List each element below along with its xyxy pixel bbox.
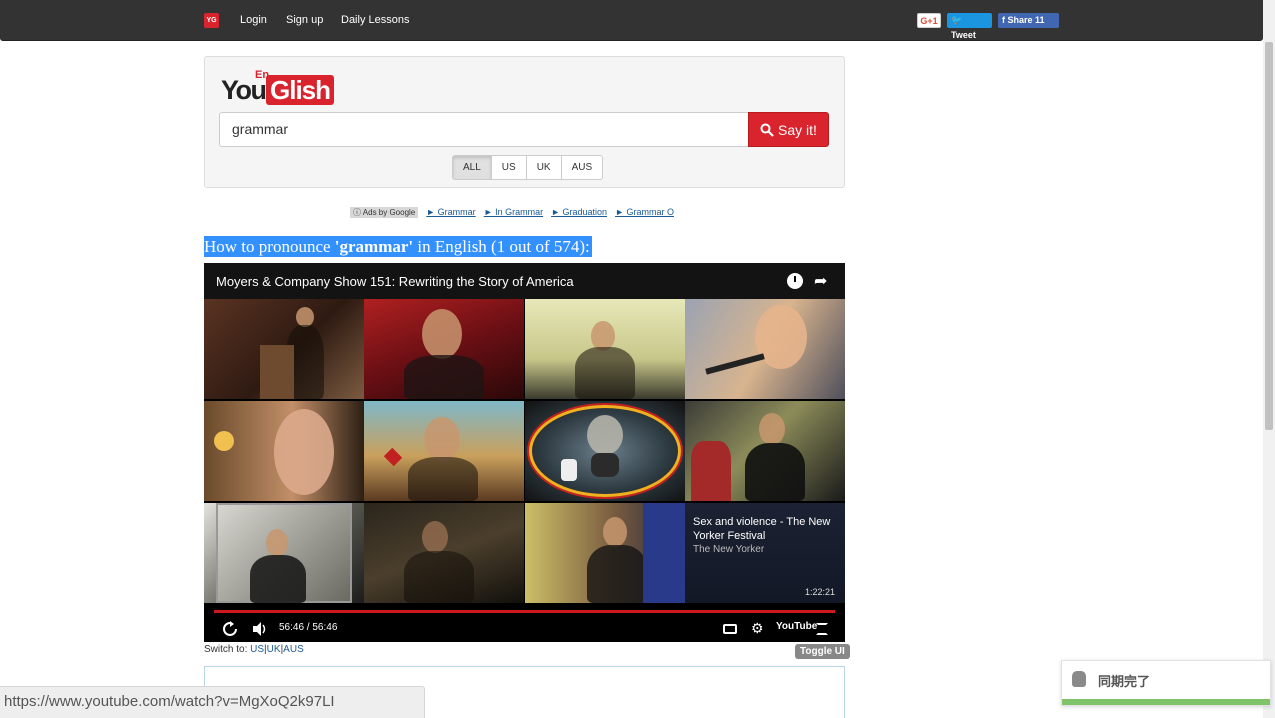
say-it-label: Say it! <box>778 121 817 138</box>
signup-link[interactable]: Sign up <box>286 14 323 26</box>
tweet-button[interactable]: 🐦 Tweet <box>947 13 992 40</box>
login-link[interactable]: Login <box>240 14 267 26</box>
youglish-badge-icon[interactable]: YG <box>204 13 219 28</box>
ad-link-grammar-o[interactable]: ► Grammar O <box>615 207 674 217</box>
facebook-icon: f <box>1002 15 1005 25</box>
suggested-video-thumbnail[interactable] <box>685 401 845 501</box>
accent-aus-button[interactable]: AUS <box>560 155 604 180</box>
ad-link-in-grammar[interactable]: ► In Grammar <box>484 207 543 217</box>
scrollbar-thumb[interactable] <box>1265 42 1273 430</box>
switch-label: Switch to: <box>204 644 251 655</box>
settings-gear-icon[interactable]: ⚙ <box>751 620 764 637</box>
ads-by-google-badge[interactable]: ⓘ Ads by Google <box>350 206 419 218</box>
top-nav-bar: YG Login Sign up Daily Lessons G+1 🐦 Twe… <box>0 0 1263 41</box>
suggested-video-title[interactable]: Sex and violence - The New Yorker Festiv… <box>693 515 838 543</box>
sync-notification[interactable]: 同期完了 <box>1061 660 1271 706</box>
status-url-bar: https://www.youtube.com/watch?v=MgXoQ2k9… <box>0 686 425 718</box>
youglish-logo[interactable]: You En Glish <box>221 69 341 107</box>
share-label: Share 11 <box>1007 15 1045 25</box>
suggested-video-thumbnail[interactable] <box>525 299 685 399</box>
switch-us-link[interactable]: US <box>250 644 264 655</box>
evernote-elephant-icon <box>1072 671 1086 687</box>
sync-status-text: 同期完了 <box>1098 675 1151 690</box>
player-controls: 56:46 / 56:46 ⚙ YouTube <box>204 615 845 642</box>
daily-lessons-link[interactable]: Daily Lessons <box>341 14 409 26</box>
suggested-video-thumbnail[interactable] <box>364 401 524 501</box>
suggested-video-channel: The New Yorker <box>693 544 765 555</box>
sync-progress-bar <box>1062 699 1270 705</box>
fullscreen-icon[interactable] <box>816 623 828 635</box>
suggested-video-thumbnail[interactable] <box>204 503 364 603</box>
suggested-video-card[interactable]: Sex and violence - The New Yorker Festiv… <box>685 503 845 603</box>
accent-all-button[interactable]: ALL <box>452 155 492 180</box>
suggested-video-thumbnail[interactable] <box>364 299 524 399</box>
suggested-video-thumbnail[interactable] <box>364 503 524 603</box>
tweet-label: Tweet <box>951 30 976 40</box>
heading-suffix: in English (1 out of 574): <box>413 237 590 256</box>
switch-accent-row: Switch to: US|UK|AUS <box>204 644 304 655</box>
share-arrow-icon[interactable]: ➦ <box>814 271 827 291</box>
suggested-video-thumbnail[interactable] <box>204 299 364 399</box>
switch-aus-link[interactable]: AUS <box>283 644 304 655</box>
accent-selector: ALL US UK AUS <box>452 155 604 180</box>
say-it-button[interactable]: Say it! <box>748 112 829 147</box>
toggle-ui-button[interactable]: Toggle UI <box>795 644 850 659</box>
heading-prefix: How to pronounce <box>204 237 335 256</box>
ads-row: ⓘ Ads by Google ► Grammar ► In Grammar ►… <box>350 206 674 218</box>
video-player[interactable]: Moyers & Company Show 151: Rewriting the… <box>204 263 845 642</box>
subtitles-icon[interactable] <box>723 624 737 634</box>
gplus-button[interactable]: G+1 <box>917 13 941 28</box>
pronounce-heading: How to pronounce 'grammar' in English (1… <box>204 236 592 257</box>
suggested-video-duration: 1:22:21 <box>805 587 836 597</box>
end-screen-grid: Sex and violence - The New Yorker Festiv… <box>204 299 845 605</box>
suggested-video-thumbnail[interactable] <box>525 503 685 603</box>
watch-later-icon[interactable] <box>787 273 803 289</box>
search-icon <box>760 123 774 137</box>
accent-uk-button[interactable]: UK <box>525 155 562 180</box>
suggested-video-thumbnail[interactable] <box>685 299 845 399</box>
progress-bar[interactable] <box>214 610 835 613</box>
suggested-video-thumbnail[interactable] <box>525 401 685 501</box>
player-title-bar: Moyers & Company Show 151: Rewriting the… <box>204 263 845 299</box>
switch-uk-link[interactable]: UK <box>267 644 281 655</box>
ad-link-graduation[interactable]: ► Graduation <box>551 207 607 217</box>
accent-us-button[interactable]: US <box>490 155 527 180</box>
facebook-share-button[interactable]: f Share 11 <box>998 13 1059 28</box>
logo-glish: Glish <box>266 75 335 105</box>
video-title[interactable]: Moyers & Company Show 151: Rewriting the… <box>216 274 574 289</box>
youtube-logo[interactable]: YouTube <box>776 621 817 632</box>
time-display: 56:46 / 56:46 <box>279 622 338 633</box>
suggested-video-thumbnail[interactable] <box>204 401 364 501</box>
heading-word: 'grammar' <box>334 237 414 256</box>
twitter-icon: 🐦 <box>951 15 963 25</box>
volume-icon[interactable] <box>252 621 268 637</box>
ad-link-grammar[interactable]: ► Grammar <box>426 207 475 217</box>
search-panel: You En Glish grammar Say it! ALL US UK A… <box>204 56 845 188</box>
replay-icon[interactable] <box>222 621 238 637</box>
search-input[interactable]: grammar <box>219 112 749 147</box>
